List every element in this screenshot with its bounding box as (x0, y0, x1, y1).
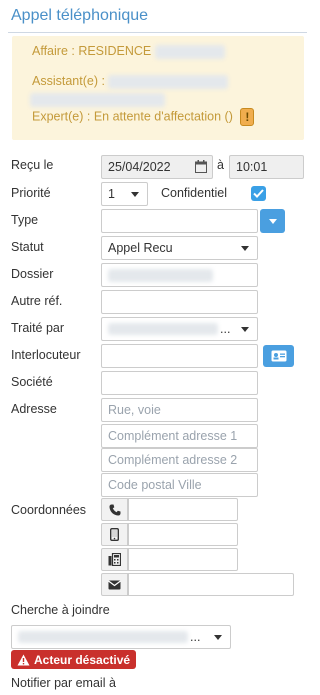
contact-card-button[interactable] (263, 345, 294, 367)
affaire-label: Affaire : RESIDENCE (32, 44, 152, 58)
autre-ref-label: Autre réf. (11, 294, 63, 308)
redacted-value (30, 92, 165, 107)
affaire-line: Affaire : RESIDENCE (32, 44, 225, 59)
confidentiel-checkbox[interactable] (251, 186, 266, 201)
type-label: Type (11, 213, 39, 227)
autre-ref-field[interactable] (101, 290, 258, 314)
cherche-select[interactable]: ... (11, 625, 231, 649)
contact-card-icon (271, 350, 286, 362)
fax-icon (108, 553, 121, 566)
postal-placeholder: Code postal Ville (108, 478, 202, 492)
acteur-desactive-label: Acteur désactivé (34, 652, 131, 667)
acteur-desactive-badge: Acteur désactivé (11, 650, 137, 669)
complement1-placeholder: Complément adresse 1 (108, 429, 238, 443)
adresse-street-field[interactable]: Rue, voie (101, 398, 258, 422)
expert-label: Expert(e) : En attente d'affectation () (32, 109, 233, 124)
dossier-label: Dossier (11, 267, 54, 281)
complement2-placeholder: Complément adresse 2 (108, 453, 238, 467)
phone-icon-box (101, 498, 128, 521)
redacted-line (30, 92, 165, 107)
statut-label: Statut (11, 240, 44, 254)
email-field[interactable] (128, 573, 294, 596)
calendar-icon[interactable] (195, 160, 207, 176)
phone-field[interactable] (128, 498, 238, 521)
statut-value: Appel Recu (108, 241, 173, 255)
recu-date-field[interactable]: 25/04/2022 (101, 155, 213, 179)
societe-label: Société (11, 375, 53, 389)
recu-time-value: 10:01 (236, 160, 268, 174)
adresse-complement1-field[interactable]: Complément adresse 1 (101, 424, 258, 448)
envelope-icon (108, 580, 121, 589)
redacted-value (154, 44, 225, 59)
header-divider (8, 32, 307, 33)
adresse-complement2-field[interactable]: Complément adresse 2 (101, 448, 258, 472)
checkmark-icon (253, 189, 264, 198)
chevron-down-icon (268, 218, 277, 224)
traite-par-label: Traité par (11, 321, 65, 335)
redacted-value (18, 631, 188, 643)
chevron-down-icon (214, 635, 222, 640)
statut-select[interactable]: Appel Recu (101, 236, 258, 260)
adresse-postal-field[interactable]: Code postal Ville (101, 473, 258, 497)
priorite-select[interactable]: 1 (101, 182, 148, 206)
fax-field[interactable] (128, 548, 238, 571)
interlocuteur-label: Interlocuteur (11, 348, 81, 362)
priorite-value: 1 (108, 187, 115, 201)
warning-icon[interactable]: ! (240, 108, 255, 126)
coordonnees-label: Coordonnées (11, 503, 87, 517)
type-dropdown-button[interactable] (260, 209, 285, 233)
priorite-label: Priorité (11, 186, 51, 200)
traite-par-select[interactable]: ... (101, 317, 258, 341)
panel-header: Appel téléphonique (8, 6, 307, 33)
traite-par-suffix: ... (220, 322, 231, 336)
time-separator: à (217, 158, 224, 172)
recu-date-value: 25/04/2022 (108, 160, 171, 174)
redacted-value (108, 74, 229, 89)
adresse-label: Adresse (11, 402, 57, 416)
email-icon-box (101, 573, 128, 596)
societe-field[interactable] (101, 371, 258, 395)
cherche-label: Cherche à joindre (11, 603, 110, 617)
confidentiel-label: Confidentiel (161, 186, 228, 200)
recu-time-field[interactable]: 10:01 (229, 155, 304, 179)
mobile-icon (110, 528, 119, 541)
page-title: Appel téléphonique (11, 7, 149, 24)
chevron-down-icon (241, 327, 249, 332)
cherche-suffix: ... (190, 630, 201, 644)
fax-icon-box (101, 548, 128, 571)
warning-icon (17, 654, 30, 665)
redacted-value (108, 323, 218, 335)
street-placeholder: Rue, voie (108, 403, 161, 417)
mobile-field[interactable] (128, 523, 238, 546)
interlocuteur-field[interactable] (101, 344, 258, 368)
notifier-label: Notifier par email à (11, 676, 116, 690)
redacted-value (108, 268, 213, 282)
mobile-icon-box (101, 523, 128, 546)
assistant-line: Assistant(e) : (32, 74, 229, 89)
recu-le-label: Reçu le (11, 158, 54, 172)
assistant-label: Assistant(e) : (32, 74, 105, 88)
affaire-info-box: Affaire : RESIDENCE Assistant(e) : Exper… (12, 36, 304, 140)
expert-line: Expert(e) : En attente d'affectation () … (32, 108, 255, 126)
type-select[interactable] (101, 209, 258, 233)
dossier-field[interactable] (101, 263, 258, 287)
phone-icon (109, 504, 120, 515)
chevron-down-icon (241, 246, 249, 251)
chevron-down-icon (131, 192, 139, 197)
